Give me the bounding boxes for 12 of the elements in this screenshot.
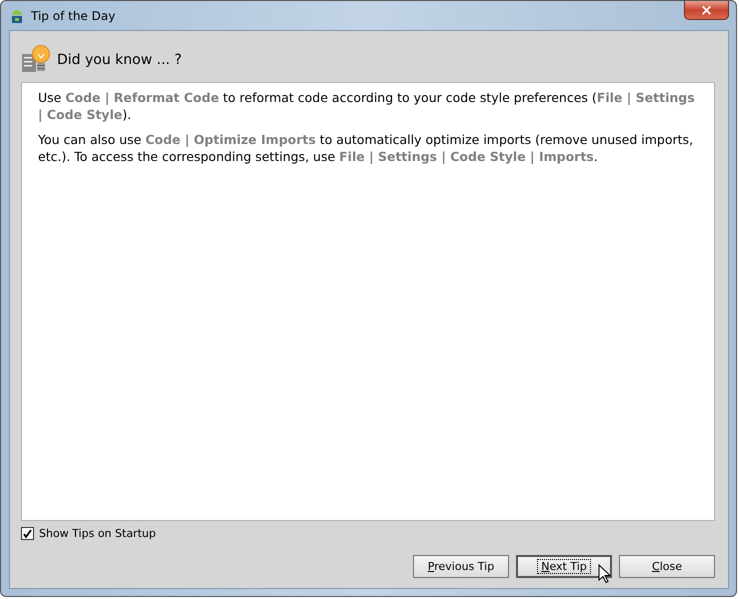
tip-text: Use Code | Reformat Code to reformat code according to your code style preferences (File | Settings | Code Style). xyxy=(38,89,696,123)
checkbox[interactable] xyxy=(21,527,34,540)
tip-text: You can also use Code | Optimize Imports to automatically optimize imports (remove unused imports, etc.). To access the corresponding settings, use File | Settings | Code Style | Imports. xyxy=(38,131,694,165)
mouse-pointer-icon xyxy=(598,564,611,584)
android-icon xyxy=(9,8,25,24)
dialog-button[interactable]: Previous Tip xyxy=(413,555,509,578)
checkbox-label[interactable]: Show Tips on Startup xyxy=(39,527,156,540)
dialog-button[interactable]: Next Tip xyxy=(516,555,612,578)
window-title: Tip of the Day xyxy=(31,8,116,22)
dialog-button[interactable]: Close xyxy=(619,555,715,578)
dialog-heading: Did you know ... ? xyxy=(57,52,182,68)
close-button[interactable]: × xyxy=(684,1,729,20)
